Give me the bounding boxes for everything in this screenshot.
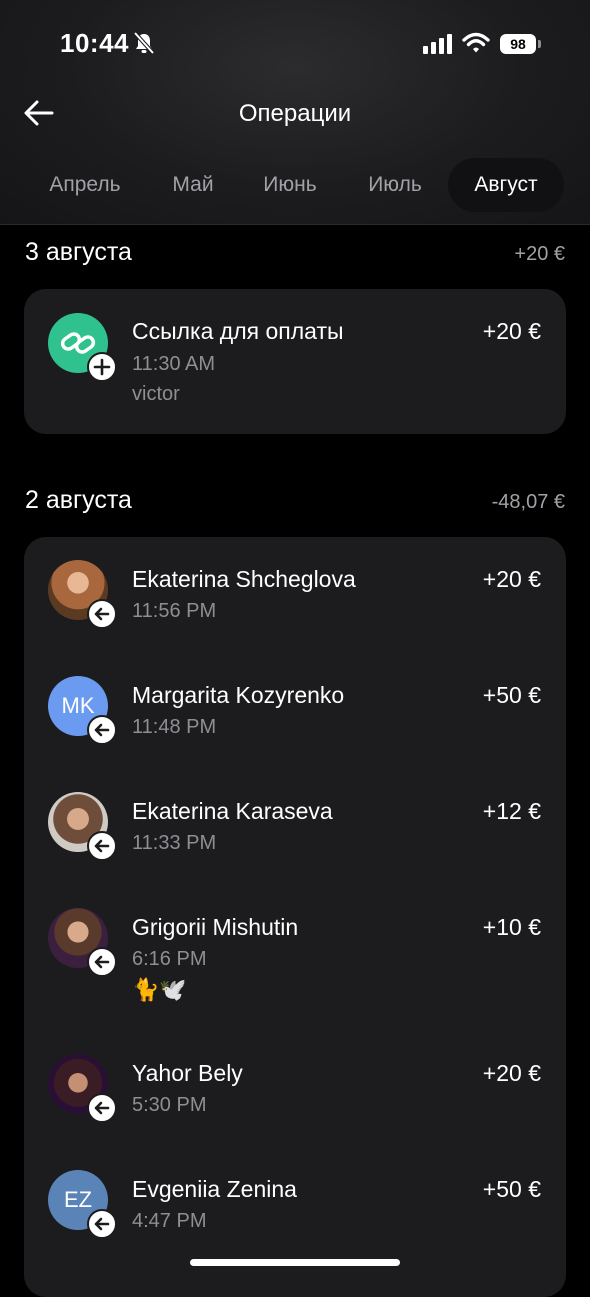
- transaction-row[interactable]: Yahor Bely 5:30 PM +20 €: [24, 1031, 566, 1147]
- signal-icon: [423, 34, 452, 54]
- month-tabs: Апрель Май Июнь Июль Август: [0, 158, 590, 212]
- tab-may[interactable]: Май: [150, 158, 236, 212]
- transaction-name: Evgeniia Zenina: [132, 1176, 297, 1202]
- plus-icon: [87, 352, 117, 382]
- transaction-name: Ekaterina Shcheglova: [132, 566, 356, 592]
- transaction-row[interactable]: Ekaterina Shcheglova 11:56 PM +20 €: [24, 537, 566, 653]
- transaction-time: 11:48 PM: [132, 716, 217, 738]
- tab-august[interactable]: Август: [448, 158, 564, 212]
- transaction-row[interactable]: MK Margarita Kozyrenko 11:48 PM +50 €: [24, 653, 566, 769]
- transaction-amount: +50 €: [482, 1176, 541, 1202]
- transaction-time: 11:30 AM: [132, 353, 216, 375]
- transaction-note: 🐈🕊️: [132, 977, 187, 1002]
- transaction-note: victor: [132, 383, 180, 405]
- transaction-name: Yahor Bely: [132, 1060, 243, 1086]
- transaction-row[interactable]: Ekaterina Karaseva 11:33 PM +12 €: [24, 769, 566, 885]
- transaction-row[interactable]: EZ Evgeniia Zenina 4:47 PM +50 €: [24, 1147, 566, 1263]
- transaction-name: Ekaterina Karaseva: [132, 798, 333, 824]
- transaction-row[interactable]: Grigorii Mishutin 6:16 PM 🐈🕊️ +10 €: [24, 885, 566, 1031]
- transaction-row[interactable]: Ссылка для оплаты 11:30 AM victor +20 €: [24, 289, 566, 434]
- transaction-amount: +20 €: [482, 566, 541, 592]
- incoming-arrow-icon: [87, 947, 117, 977]
- page-title: Операции: [238, 100, 352, 127]
- battery-tip: [538, 40, 541, 48]
- transaction-name: Grigorii Mishutin: [132, 914, 299, 940]
- tab-june[interactable]: Июнь: [244, 158, 336, 212]
- day-total: -48,07 €: [491, 491, 565, 513]
- transaction-time: 5:30 PM: [132, 1094, 207, 1116]
- transaction-time: 6:16 PM: [132, 948, 207, 970]
- transaction-time: 11:33 PM: [132, 832, 217, 854]
- day-date: 3 августа: [25, 238, 132, 266]
- transactions-card: Ekaterina Shcheglova 11:56 PM +20 € MK M…: [24, 537, 566, 1297]
- transaction-time: 4:47 PM: [132, 1210, 207, 1232]
- transactions-card: Ссылка для оплаты 11:30 AM victor +20 €: [24, 289, 566, 434]
- incoming-arrow-icon: [87, 1093, 117, 1123]
- transaction-amount: +12 €: [482, 798, 541, 824]
- incoming-arrow-icon: [87, 831, 117, 861]
- header: 10:44 98 Операции Апрель Май Июнь Июль А…: [0, 0, 590, 225]
- transaction-time: 11:56 PM: [132, 600, 217, 622]
- tab-july[interactable]: Июль: [348, 158, 442, 212]
- transaction-amount: +10 €: [482, 914, 541, 940]
- status-time: 10:44: [60, 28, 129, 58]
- day-total: +20 €: [514, 243, 565, 265]
- incoming-arrow-icon: [87, 1209, 117, 1239]
- day-date: 2 августа: [25, 486, 132, 514]
- battery-level: 98: [500, 34, 536, 54]
- tab-april[interactable]: Апрель: [30, 158, 140, 212]
- transaction-amount: +20 €: [482, 318, 541, 344]
- home-indicator[interactable]: [190, 1259, 400, 1266]
- transaction-name: Margarita Kozyrenko: [132, 682, 345, 708]
- wifi-icon: [462, 32, 490, 53]
- transaction-name: Ссылка для оплаты: [132, 318, 344, 344]
- transaction-amount: +20 €: [482, 1060, 541, 1086]
- incoming-arrow-icon: [87, 599, 117, 629]
- transaction-amount: +50 €: [482, 682, 541, 708]
- bell-muted-icon: [133, 31, 155, 55]
- incoming-arrow-icon: [87, 715, 117, 745]
